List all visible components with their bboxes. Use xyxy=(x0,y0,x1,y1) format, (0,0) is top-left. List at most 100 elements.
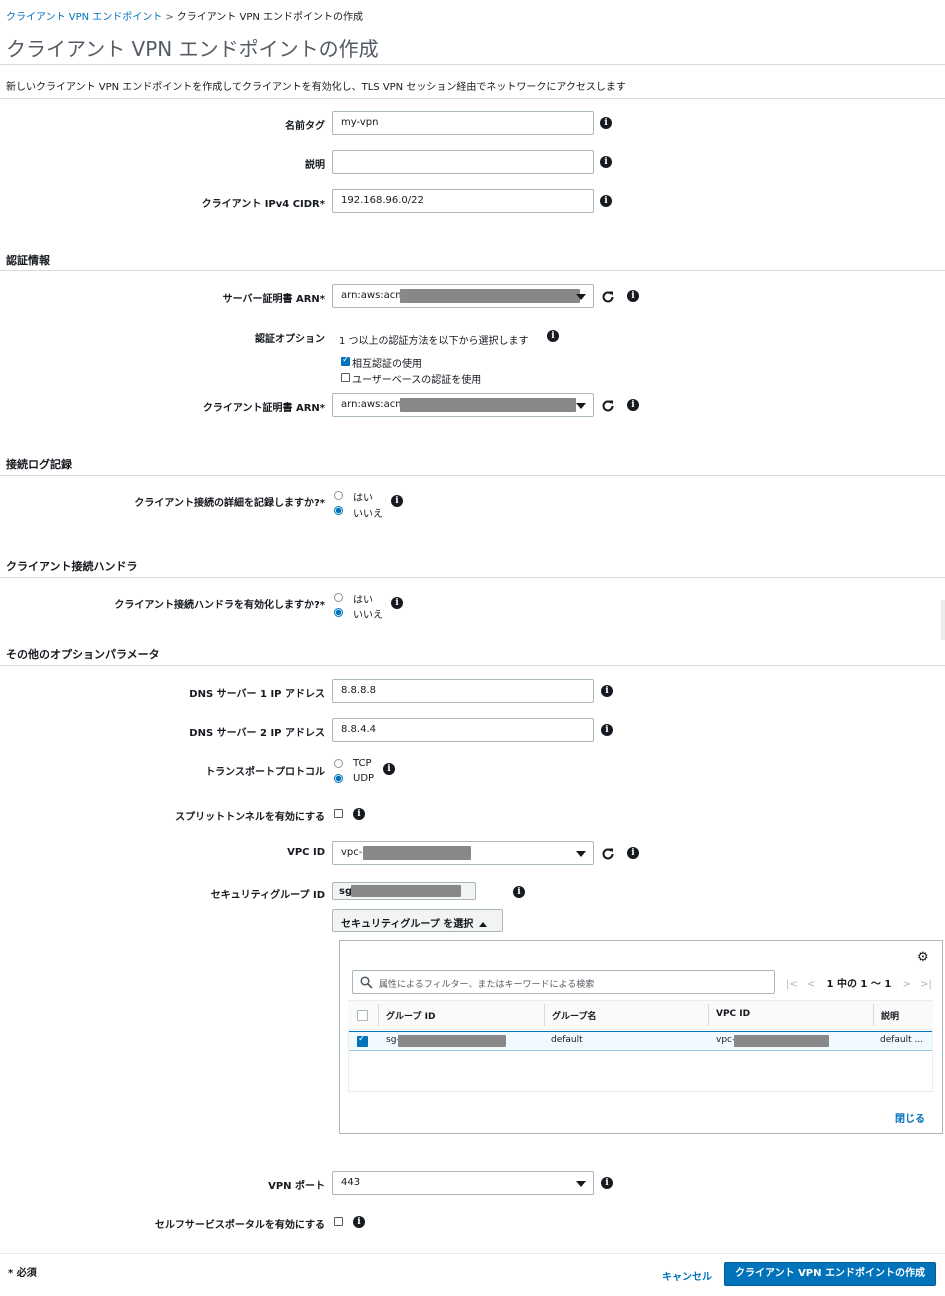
column-header-group-id[interactable]: グループ ID xyxy=(386,1009,435,1022)
redacted-block xyxy=(363,846,471,860)
vpc-label: VPC ID xyxy=(287,847,325,858)
vpn-port-select[interactable]: 443 xyxy=(332,1171,594,1195)
self-service-label: セルフサービスポータルを有効にする xyxy=(154,1220,325,1231)
dns2-input[interactable]: 8.8.4.4 xyxy=(332,718,594,742)
select-security-group-button[interactable]: セキュリティグループ を選択 xyxy=(332,909,503,932)
user-based-auth-label: ユーザーベースの認証を使用 xyxy=(352,375,482,386)
breadcrumb: クライアント VPN エンドポイント > クライアント VPN エンドポイントの作成 xyxy=(6,8,363,23)
server-cert-select[interactable]: arn:aws:acm xyxy=(332,284,594,308)
cidr-input[interactable]: 192.168.96.0/22 xyxy=(332,189,594,213)
server-cert-label: サーバー証明書 ARN* xyxy=(222,294,325,305)
info-icon[interactable]: i xyxy=(353,1216,365,1228)
redacted-block xyxy=(734,1035,829,1047)
info-icon[interactable]: i xyxy=(391,597,403,609)
redacted-block xyxy=(400,289,580,303)
info-icon[interactable]: i xyxy=(627,399,639,411)
info-icon[interactable]: i xyxy=(383,763,395,775)
filter-input[interactable]: 属性によるフィルター、またはキーワードによる検索 xyxy=(352,970,775,994)
footer-divider xyxy=(0,1253,945,1254)
sg-token[interactable]: sg xyxy=(332,882,476,900)
logging-yes-radio[interactable] xyxy=(334,491,343,500)
column-header-group-name[interactable]: グループ名 xyxy=(552,1009,596,1022)
info-icon[interactable]: i xyxy=(601,724,613,736)
info-icon[interactable]: i xyxy=(627,290,639,302)
divider xyxy=(0,577,945,578)
create-endpoint-button[interactable]: クライアント VPN エンドポイントの作成 xyxy=(724,1262,936,1286)
prev-page-icon[interactable]: < xyxy=(807,979,815,990)
last-page-icon[interactable]: >| xyxy=(920,979,932,990)
dns2-label: DNS サーバー 2 IP アドレス xyxy=(189,728,325,739)
name-tag-input[interactable]: my-vpn xyxy=(332,111,594,135)
split-tunnel-checkbox[interactable] xyxy=(334,809,343,818)
scrollbar[interactable] xyxy=(941,600,945,640)
server-cert-value: arn:aws:acm xyxy=(341,290,406,301)
vpn-port-label: VPN ポート xyxy=(268,1181,325,1192)
sg-label: セキュリティグループ ID xyxy=(210,890,325,901)
page-description: 新しいクライアント VPN エンドポイントを作成してクライアントを有効化し、TL… xyxy=(6,82,626,93)
chevron-down-icon xyxy=(576,403,586,409)
column-divider xyxy=(873,1004,874,1026)
page-title: クライアント VPN エンドポイントの作成 xyxy=(6,37,379,61)
client-cert-select[interactable]: arn:aws:acm xyxy=(332,393,594,417)
first-page-icon[interactable]: |< xyxy=(786,979,798,990)
divider xyxy=(0,98,945,99)
handler-yes-radio[interactable] xyxy=(334,593,343,602)
refresh-icon[interactable] xyxy=(601,847,615,861)
divider xyxy=(0,475,945,476)
self-service-checkbox[interactable] xyxy=(334,1217,343,1226)
logging-yes-label: はい xyxy=(353,493,373,504)
info-icon[interactable]: i xyxy=(627,847,639,859)
section-title-logging: 接続ログ記録 xyxy=(6,458,72,471)
cell-group-name: default xyxy=(551,1035,583,1045)
description-input[interactable] xyxy=(332,150,594,174)
info-icon[interactable]: i xyxy=(601,1177,613,1189)
mutual-auth-checkbox[interactable] xyxy=(341,355,350,366)
info-icon[interactable]: i xyxy=(547,330,559,342)
info-icon[interactable]: i xyxy=(601,685,613,697)
redacted-block xyxy=(398,1035,506,1047)
handler-no-radio[interactable] xyxy=(334,608,343,617)
tcp-label: TCP xyxy=(353,758,372,769)
column-header-description[interactable]: 説明 xyxy=(881,1009,899,1022)
column-header-vpc-id[interactable]: VPC ID xyxy=(716,1009,750,1019)
tcp-radio[interactable] xyxy=(334,759,343,768)
info-icon[interactable]: i xyxy=(600,156,612,168)
logging-no-label: いいえ xyxy=(353,509,383,520)
close-panel-link[interactable]: 閉じる xyxy=(895,1110,925,1125)
name-tag-label: 名前タグ xyxy=(285,121,325,132)
dns1-input[interactable]: 8.8.8.8 xyxy=(332,679,594,703)
divider xyxy=(0,270,945,271)
user-based-auth-checkbox[interactable] xyxy=(341,373,350,382)
split-tunnel-label: スプリットトンネルを有効にする xyxy=(175,812,325,823)
vpn-port-value: 443 xyxy=(341,1177,361,1188)
refresh-icon[interactable] xyxy=(601,399,615,413)
next-page-icon[interactable]: > xyxy=(903,979,911,990)
info-icon[interactable]: i xyxy=(353,808,365,820)
info-icon[interactable]: i xyxy=(513,886,525,898)
udp-radio[interactable] xyxy=(334,774,343,783)
select-security-group-label: セキュリティグループ を選択 xyxy=(341,919,474,930)
handler-question: クライアント接続ハンドラを有効化しますか?* xyxy=(114,600,325,611)
gear-icon[interactable]: ⚙ xyxy=(917,950,929,965)
cell-vpc-id: vpc- xyxy=(716,1035,736,1045)
logging-no-radio[interactable] xyxy=(334,506,343,515)
info-icon[interactable]: i xyxy=(391,495,403,507)
column-divider xyxy=(708,1004,709,1026)
cancel-button[interactable]: キャンセル xyxy=(662,1268,712,1283)
chevron-down-icon xyxy=(576,851,586,857)
info-icon[interactable]: i xyxy=(600,195,612,207)
auth-option-hint: 1 つ以上の認証方法を以下から選択します xyxy=(339,336,529,347)
filter-placeholder: 属性によるフィルター、またはキーワードによる検索 xyxy=(379,980,595,990)
required-note: * 必須 xyxy=(8,1268,37,1279)
column-divider xyxy=(378,1004,379,1026)
vpc-value: vpc- xyxy=(341,847,363,858)
column-divider xyxy=(544,1004,545,1026)
vpc-select[interactable]: vpc- xyxy=(332,841,594,865)
select-all-checkbox[interactable] xyxy=(357,1010,368,1021)
row-checkbox[interactable] xyxy=(357,1034,368,1047)
info-icon[interactable]: i xyxy=(600,117,612,129)
breadcrumb-parent-link[interactable]: クライアント VPN エンドポイント xyxy=(6,12,162,23)
redacted-block xyxy=(400,398,576,412)
chevron-up-icon xyxy=(479,921,488,927)
refresh-icon[interactable] xyxy=(601,290,615,304)
